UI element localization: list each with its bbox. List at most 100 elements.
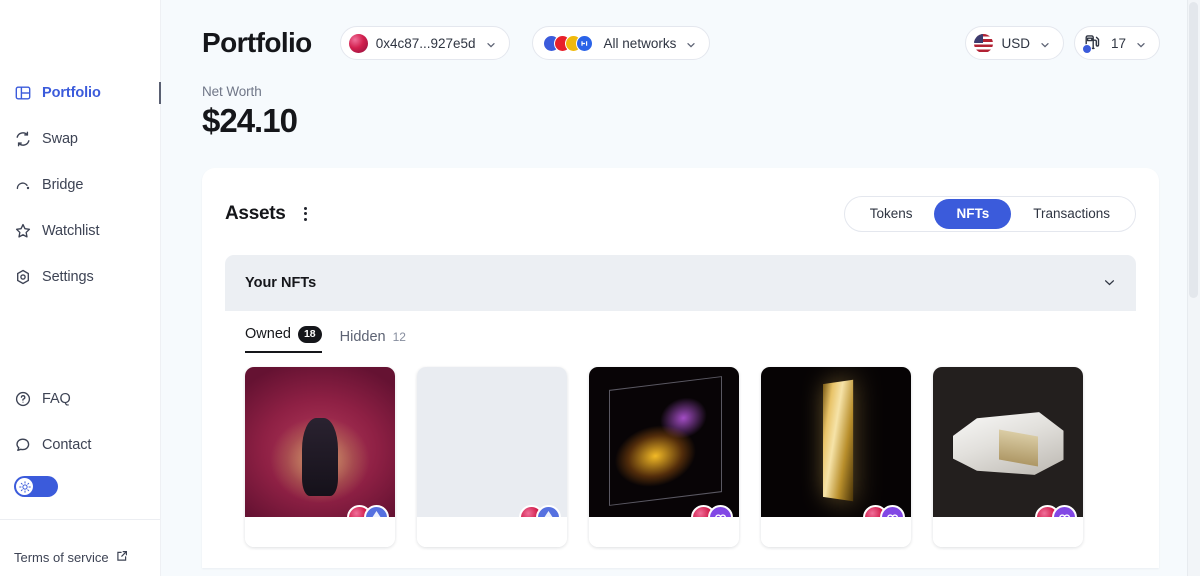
gear-icon xyxy=(14,269,31,286)
star-icon xyxy=(14,223,31,240)
network-icons-stack xyxy=(542,34,596,52)
assets-tab-group: Tokens NFTs Transactions xyxy=(843,195,1136,232)
swap-icon xyxy=(14,131,31,148)
question-circle-icon xyxy=(14,391,31,408)
nft-thumbnail xyxy=(761,366,911,517)
currency-selector-pill[interactable]: USD xyxy=(965,26,1064,60)
nft-chain-badges xyxy=(347,504,389,517)
nft-card[interactable] xyxy=(761,366,911,547)
theme-toggle[interactable] xyxy=(14,476,58,497)
terms-label: Terms of service xyxy=(14,550,109,565)
app-root: Portfolio Swap Bridge Watchlist Settings… xyxy=(0,0,1200,576)
net-worth-value: $24.10 xyxy=(202,102,298,139)
wallet-avatar xyxy=(348,33,368,53)
chevron-down-icon xyxy=(686,38,696,48)
currency-label: USD xyxy=(1001,35,1030,51)
assets-card: Assets Tokens NFTs Transactions Your NFT… xyxy=(202,167,1159,568)
sidebar-item-swap[interactable]: Swap xyxy=(0,124,160,154)
nft-body: Owned 18 Hidden 12 xyxy=(225,310,1136,547)
vertical-scrollbar[interactable] xyxy=(1187,0,1200,576)
nft-thumbnail xyxy=(417,366,567,517)
nft-thumbnail xyxy=(245,366,395,517)
sidebar-item-contact[interactable]: Contact xyxy=(0,430,160,460)
sidebar-item-watchlist[interactable]: Watchlist xyxy=(0,216,160,246)
nft-filter-label: Owned xyxy=(245,326,291,343)
chevron-down-icon[interactable] xyxy=(1103,276,1116,289)
nft-card[interactable] xyxy=(933,366,1083,547)
terms-of-service-link[interactable]: Terms of service xyxy=(0,520,160,576)
network-filter-pill[interactable]: All networks xyxy=(531,26,711,60)
tab-nfts[interactable]: NFTs xyxy=(934,198,1012,229)
sidebar-item-label: Portfolio xyxy=(42,85,101,101)
sidebar-item-label: FAQ xyxy=(42,391,71,407)
hidden-count-badge: 12 xyxy=(392,329,406,344)
nft-filter-owned[interactable]: Owned 18 xyxy=(245,326,322,353)
us-flag-icon xyxy=(974,33,994,53)
ethereum-badge-icon xyxy=(1081,44,1092,54)
sidebar-item-label: Bridge xyxy=(42,177,84,193)
sidebar-item-faq[interactable]: FAQ xyxy=(0,384,160,414)
page-header: Portfolio 0x4c87...927e5d All networks U… xyxy=(161,0,1200,62)
chevron-down-icon xyxy=(1040,38,1050,48)
your-nfts-title: Your NFTs xyxy=(245,274,317,291)
nft-card[interactable] xyxy=(589,366,739,547)
nft-artwork-gold xyxy=(761,366,911,517)
your-nfts-collapsible-header[interactable]: Your NFTs xyxy=(225,254,1136,311)
network-filter-label: All networks xyxy=(603,35,677,51)
nft-chain-badges xyxy=(1035,504,1077,517)
nft-thumbnail xyxy=(933,366,1083,517)
sidebar-item-bridge[interactable]: Bridge xyxy=(0,170,160,200)
header-actions: USD 17 xyxy=(965,26,1200,60)
nft-filter-hidden[interactable]: Hidden 12 xyxy=(340,329,406,353)
assets-header: Assets Tokens NFTs Transactions xyxy=(202,168,1159,234)
nft-chain-badges xyxy=(519,504,561,517)
nft-artwork-placeholder xyxy=(417,366,567,517)
base-network-icon xyxy=(575,34,593,52)
polygon-chain-icon xyxy=(880,504,905,517)
sidebar-item-portfolio[interactable]: Portfolio xyxy=(0,78,160,108)
page-title: Portfolio xyxy=(202,27,312,58)
nft-card-footer xyxy=(589,516,739,547)
chevron-down-icon xyxy=(486,38,496,48)
ethereum-chain-icon xyxy=(364,504,389,517)
nft-artwork-throne xyxy=(245,366,395,517)
portfolio-icon xyxy=(14,85,31,102)
kebab-menu-icon[interactable] xyxy=(300,203,311,225)
net-worth-label: Net Worth xyxy=(202,84,262,99)
wallet-address-pill[interactable]: 0x4c87...927e5d xyxy=(339,26,510,60)
nft-chain-badges xyxy=(691,504,733,517)
nft-filter-tabs: Owned 18 Hidden 12 xyxy=(245,311,1116,353)
net-worth-block: Net Worth $24.10 xyxy=(161,62,1200,139)
nft-filter-label: Hidden xyxy=(339,328,386,345)
nft-chain-badges xyxy=(863,504,905,517)
sidebar-nav: Portfolio Swap Bridge Watchlist Settings xyxy=(0,0,160,308)
nft-card[interactable] xyxy=(417,366,567,547)
bridge-icon xyxy=(14,177,31,194)
ethereum-chain-icon xyxy=(536,504,561,517)
sidebar-item-label: Contact xyxy=(42,437,92,453)
polygon-chain-icon xyxy=(708,504,733,517)
nft-card[interactable] xyxy=(245,366,395,547)
sidebar-item-label: Swap xyxy=(42,131,78,147)
nft-card-footer xyxy=(761,516,911,547)
sidebar-item-settings[interactable]: Settings xyxy=(0,262,160,292)
external-link-icon xyxy=(116,550,128,565)
sidebar: Portfolio Swap Bridge Watchlist Settings… xyxy=(0,0,161,576)
wallet-address-label: 0x4c87...927e5d xyxy=(375,35,476,51)
gas-price-pill[interactable]: 17 xyxy=(1073,26,1160,60)
gas-price-label: 17 xyxy=(1110,35,1126,51)
nft-card-footer xyxy=(245,516,395,547)
assets-title: Assets xyxy=(225,202,286,224)
chevron-down-icon xyxy=(1136,38,1146,48)
tab-tokens[interactable]: Tokens xyxy=(848,199,935,229)
nft-artwork-room xyxy=(933,366,1083,517)
nft-artwork-neon xyxy=(589,366,739,517)
scrollbar-thumb[interactable] xyxy=(1189,2,1198,298)
sidebar-item-label: Settings xyxy=(42,269,94,285)
nft-card-footer xyxy=(933,516,1083,547)
sidebar-item-label: Watchlist xyxy=(42,223,100,239)
sidebar-bottom-nav: FAQ Contact Terms of service xyxy=(0,384,160,576)
nft-panel: Your NFTs Owned 18 Hidden 12 xyxy=(225,254,1136,547)
gas-pump-icon xyxy=(1081,33,1103,54)
tab-transactions[interactable]: Transactions xyxy=(1011,199,1132,229)
